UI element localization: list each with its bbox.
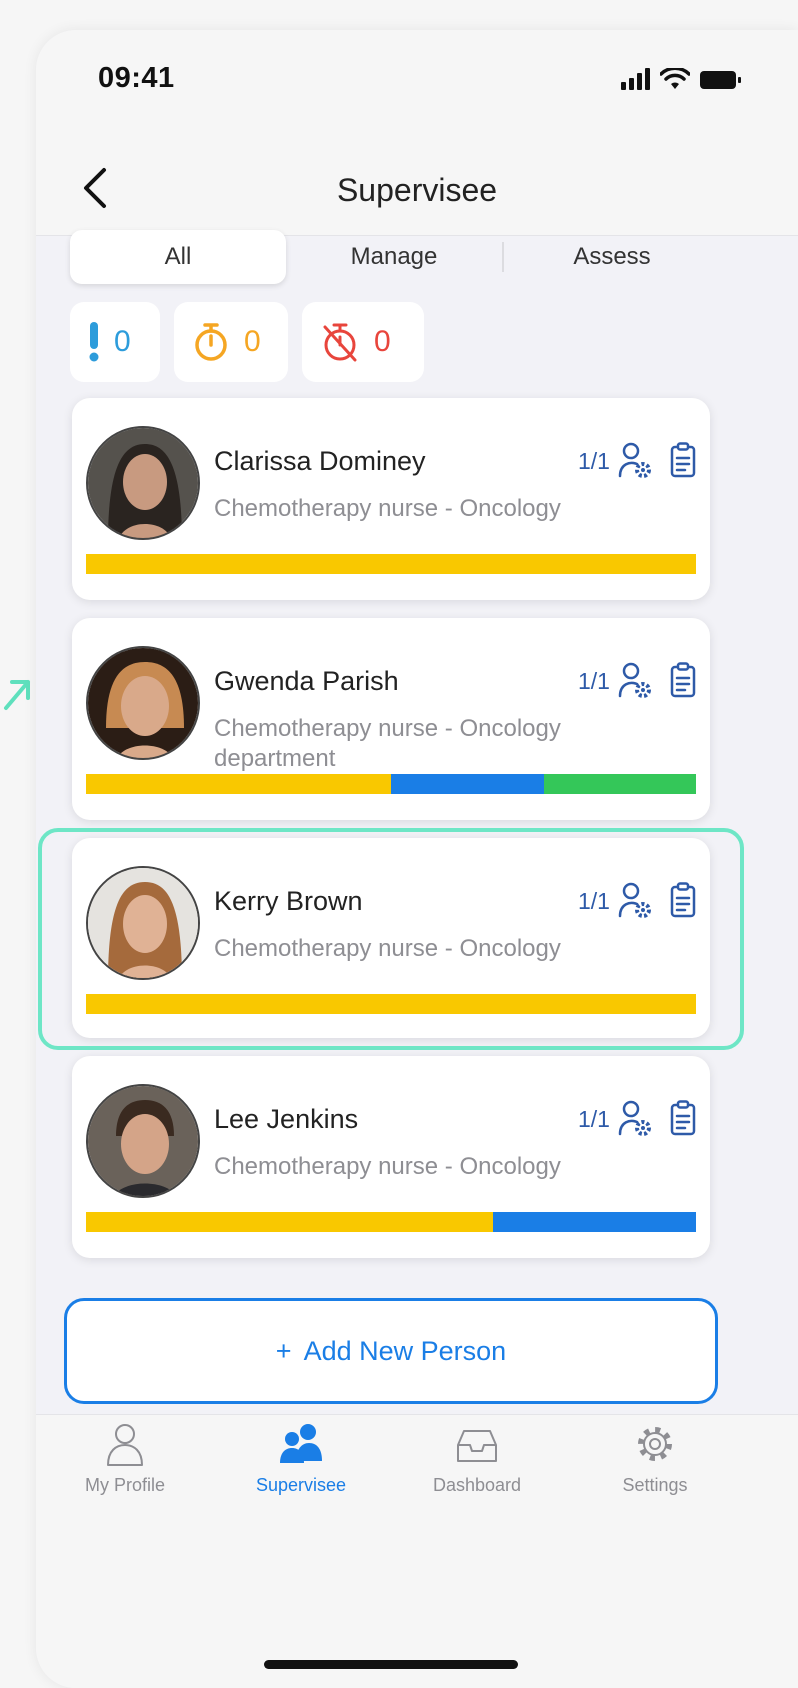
- progress-segment: [391, 774, 544, 794]
- tab-label: Dashboard: [432, 1475, 522, 1495]
- segment-all[interactable]: All: [70, 230, 286, 284]
- selection-highlight: [38, 828, 744, 1050]
- progress-segment: [86, 554, 696, 574]
- person-name: Clarissa Dominey: [214, 446, 426, 476]
- home-indicator: [264, 1660, 518, 1669]
- exclamation-icon: [89, 322, 99, 362]
- progress-bar: [86, 774, 696, 794]
- segmented-control: All Manage Assess: [70, 226, 750, 288]
- person-role: Chemotherapy nurse - Oncology department: [214, 715, 561, 772]
- status-counters: 0 0 0: [70, 302, 424, 382]
- tab-my-profile[interactable]: My Profile: [40, 1421, 210, 1496]
- avatar: [86, 1084, 200, 1198]
- person-name: Lee Jenkins: [214, 1104, 359, 1134]
- segment-assess[interactable]: Assess: [504, 230, 720, 284]
- signal-icon: [621, 68, 650, 90]
- progress-segment: [86, 774, 391, 794]
- add-new-person-label: Add New Person: [303, 1335, 507, 1366]
- segment-manage[interactable]: Manage: [286, 230, 502, 284]
- assessment-ratio: 1/1: [578, 448, 610, 474]
- user-settings-icon[interactable]: [618, 1100, 652, 1138]
- avatar: [86, 646, 200, 760]
- timer-icon: [195, 323, 227, 361]
- status-time: 09:41: [98, 62, 175, 94]
- alert-count: 0: [114, 325, 131, 358]
- page-title: Supervisee: [336, 172, 498, 208]
- assessment-ratio: 1/1: [578, 1106, 610, 1132]
- person-card[interactable]: Gwenda Parish Chemotherapy nurse - Oncol…: [72, 618, 710, 820]
- person-name: Gwenda Parish: [214, 666, 399, 696]
- progress-bar: [86, 554, 696, 574]
- pending-count: 0: [244, 325, 261, 358]
- clipboard-icon[interactable]: [670, 1100, 696, 1136]
- tab-dashboard[interactable]: Dashboard: [392, 1421, 562, 1496]
- progress-segment: [543, 774, 696, 794]
- phone-screen: 09:41 Supervisee All Manage Assess 0 0 0…: [36, 30, 798, 1688]
- tab-settings[interactable]: Settings: [570, 1421, 740, 1496]
- user-settings-icon[interactable]: [618, 442, 652, 480]
- tab-supervisee[interactable]: Supervisee: [216, 1421, 386, 1496]
- overdue-counter[interactable]: 0: [302, 302, 424, 382]
- add-new-person-button[interactable]: + Add New Person: [64, 1298, 718, 1404]
- timer-off-icon: [323, 323, 357, 362]
- clipboard-icon[interactable]: [670, 662, 696, 698]
- nav-bar: Supervisee: [36, 140, 798, 236]
- tab-label: My Profile: [84, 1475, 165, 1495]
- tab-label: Supervisee: [255, 1475, 347, 1495]
- assessment-ratio: 1/1: [578, 668, 610, 694]
- progress-bar: [86, 1212, 696, 1232]
- avatar: [86, 426, 200, 540]
- arrow-icon: [4, 680, 30, 710]
- person-card[interactable]: Clarissa Dominey Chemotherapy nurse - On…: [72, 398, 710, 600]
- user-settings-icon[interactable]: [618, 662, 652, 700]
- person-role: Chemotherapy nurse - Oncology: [214, 495, 561, 522]
- tab-bar: My Profile Supervisee Dashboard Settings: [36, 1414, 798, 1688]
- gear-icon: [638, 1427, 672, 1461]
- overdue-count: 0: [374, 325, 391, 358]
- inbox-icon: [457, 1430, 497, 1462]
- person-role: Chemotherapy nurse - Oncology: [214, 1153, 561, 1180]
- clipboard-icon[interactable]: [670, 442, 696, 478]
- person-card[interactable]: Lee Jenkins Chemotherapy nurse - Oncolog…: [72, 1056, 710, 1258]
- tab-label: Settings: [622, 1475, 688, 1495]
- pending-counter[interactable]: 0: [174, 302, 288, 382]
- alert-counter[interactable]: 0: [70, 302, 160, 382]
- wifi-icon: [660, 68, 690, 89]
- status-icons: [621, 68, 742, 90]
- status-bar: 09:41: [36, 30, 798, 140]
- plus-icon: +: [275, 1335, 292, 1366]
- progress-segment: [86, 1212, 493, 1232]
- battery-icon: [700, 71, 741, 89]
- progress-segment: [492, 1212, 696, 1232]
- person-icon: [107, 1424, 143, 1466]
- group-icon: [280, 1424, 322, 1463]
